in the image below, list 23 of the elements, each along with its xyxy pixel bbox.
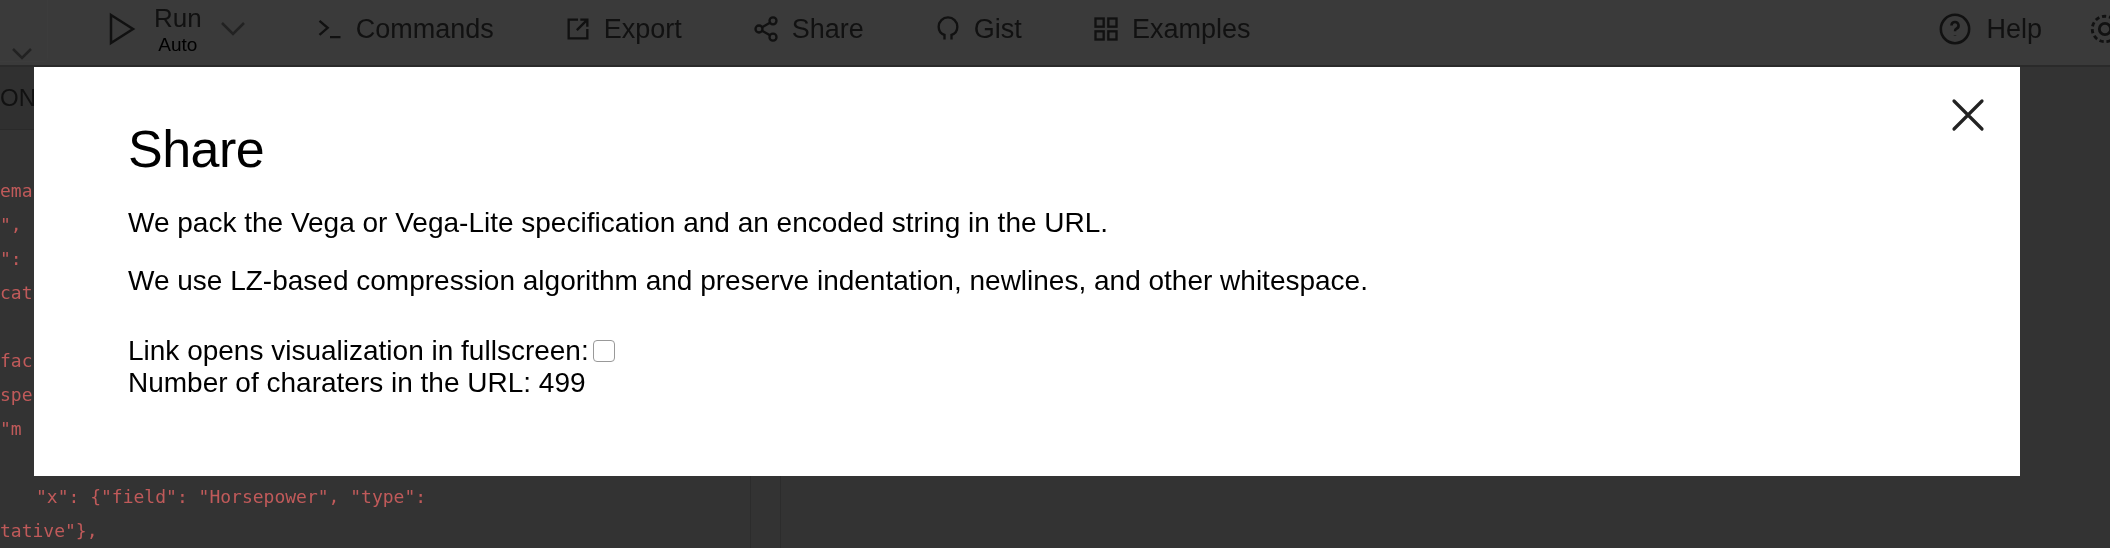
close-icon[interactable] xyxy=(1950,97,1986,133)
chevron-down-icon[interactable] xyxy=(219,21,246,37)
run-mode-label: Auto xyxy=(158,33,198,56)
code-line: "x": {"field": "Horsepower", "type": xyxy=(36,485,427,509)
code-line: ema xyxy=(0,179,33,203)
dialog-title: Share xyxy=(128,119,266,179)
fullscreen-checkbox[interactable] xyxy=(592,340,615,362)
grid-icon xyxy=(1091,15,1120,43)
code-line: ", xyxy=(0,213,22,237)
play-icon[interactable] xyxy=(108,12,136,46)
code-line: "m xyxy=(0,417,22,441)
code-line: ": xyxy=(0,247,22,271)
share-icon xyxy=(751,15,780,43)
code-line: tative"}, xyxy=(0,519,98,543)
code-line: fac xyxy=(0,349,33,373)
character-count: Number of charaters in the URL: 499 xyxy=(128,367,587,399)
code-line: spe xyxy=(0,383,33,407)
help-icon xyxy=(1938,12,1973,46)
code-line: cat xyxy=(0,281,33,305)
description-text: We use LZ-based compression algorithm and preserve indentation, newlines, and other whitespace. xyxy=(128,265,1369,297)
chevron-down-icon xyxy=(11,47,33,61)
description-text: We pack the Vega or Vega-Lite specification and an encoded string in the URL. xyxy=(128,207,1110,239)
checkbox-label: Link opens visualization in fullscreen: xyxy=(128,335,589,367)
